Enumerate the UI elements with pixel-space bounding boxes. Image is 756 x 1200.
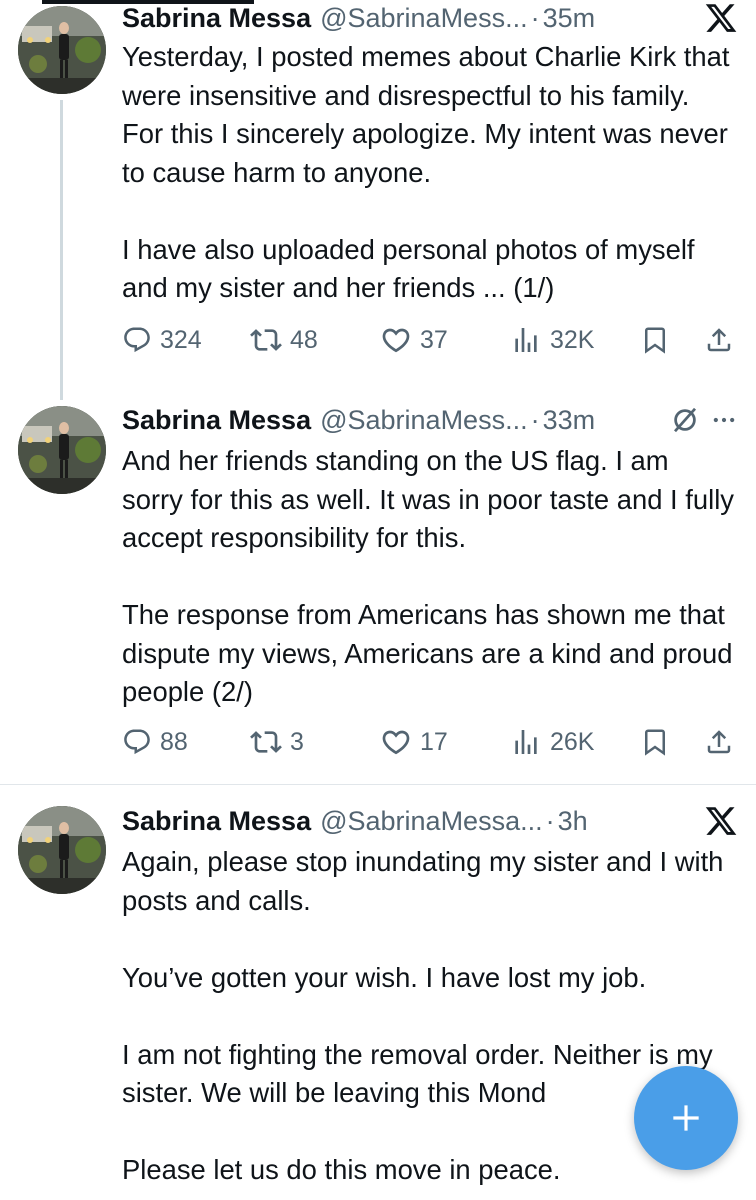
avatar[interactable]	[18, 806, 106, 894]
repost-count: 3	[290, 727, 304, 756]
avatar-photo-icon	[18, 406, 106, 494]
tweet-paragraph: Yesterday, I posted memes about Charlie …	[122, 41, 730, 188]
view-count: 26K	[550, 727, 595, 756]
tweet-header: Sabrina Messa @SabrinaMess... · 33m	[122, 402, 738, 438]
tweet-actions: 88 3 17 26K	[122, 722, 738, 762]
share-icon	[707, 730, 731, 754]
views-button[interactable]: 26K	[510, 722, 594, 762]
reply-icon	[124, 327, 150, 353]
avatar[interactable]	[18, 406, 106, 494]
repost-count: 48	[290, 325, 318, 354]
timestamp[interactable]: 3h	[558, 806, 588, 837]
grok-icon[interactable]	[670, 405, 700, 435]
thread-connector-line	[60, 100, 63, 400]
views-button[interactable]: 32K	[510, 320, 594, 360]
tweet-text: And her friends standing on the US flag.…	[122, 442, 734, 712]
avatar-photo-icon	[18, 806, 106, 894]
share-icon	[707, 328, 731, 352]
tweet-header: Sabrina Messa @SabrinaMessa... · 3h	[122, 803, 738, 839]
tweet-paragraph: Please let us do this move in peace.	[122, 1154, 561, 1185]
tweet-paragraph: I have also uploaded personal photos of …	[122, 233, 695, 304]
reply-button[interactable]: 88	[122, 722, 188, 762]
tweet-paragraph: Again, please stop inundating my sister …	[122, 846, 724, 916]
author-handle[interactable]: @SabrinaMessa...	[320, 806, 543, 837]
tweet-header: Sabrina Messa @SabrinaMess... · 35m	[122, 0, 738, 36]
tweet-1[interactable]: Sabrina Messa @SabrinaMess... · 35m Yest…	[0, 0, 756, 400]
heart-icon	[382, 328, 410, 353]
compose-button[interactable]	[634, 1066, 738, 1170]
reply-count: 324	[160, 325, 202, 354]
view-count: 32K	[550, 325, 595, 354]
views-bar-icon	[515, 328, 537, 352]
separator-dot: ·	[530, 2, 540, 33]
separator-dot: ·	[530, 404, 540, 435]
reply-button[interactable]: 324	[122, 320, 202, 360]
timestamp[interactable]: 35m	[543, 3, 596, 34]
tweet-text: Yesterday, I posted memes about Charlie …	[122, 38, 734, 308]
author-name[interactable]: Sabrina Messa	[122, 806, 311, 837]
timestamp[interactable]: 33m	[543, 405, 596, 436]
x-logo-icon	[705, 4, 737, 32]
author-handle[interactable]: @SabrinaMess...	[320, 405, 527, 436]
repost-icon	[250, 731, 282, 753]
repost-button[interactable]: 48	[250, 320, 318, 360]
reply-count: 88	[160, 727, 188, 756]
bookmark-button[interactable]	[640, 320, 670, 360]
avatar-photo-icon	[18, 6, 106, 94]
bookmark-icon	[645, 327, 665, 354]
heart-icon	[382, 730, 410, 755]
bookmark-button[interactable]	[640, 722, 670, 762]
author-handle[interactable]: @SabrinaMess...	[320, 3, 527, 34]
tweet-2[interactable]: Sabrina Messa @SabrinaMess... · 33m And …	[0, 386, 756, 785]
author-name[interactable]: Sabrina Messa	[122, 3, 311, 34]
share-button[interactable]	[704, 722, 734, 762]
tweet-paragraph: The response from Americans has shown me…	[122, 599, 733, 707]
repost-button[interactable]: 3	[250, 722, 304, 762]
like-button[interactable]: 17	[380, 722, 448, 762]
repost-icon	[250, 329, 282, 351]
like-count: 37	[420, 325, 448, 354]
like-button[interactable]: 37	[380, 320, 448, 360]
like-count: 17	[420, 727, 448, 756]
separator-dot: ·	[545, 805, 555, 836]
views-bar-icon	[515, 730, 537, 754]
more-options-icon[interactable]	[710, 406, 738, 434]
x-logo-icon	[705, 807, 737, 835]
plus-icon	[673, 1105, 699, 1131]
bookmark-icon	[645, 729, 665, 756]
reply-icon	[124, 729, 150, 755]
tweet-actions: 324 48 37 32K	[122, 320, 738, 360]
tweet-paragraph: And her friends standing on the US flag.…	[122, 445, 734, 553]
share-button[interactable]	[704, 320, 734, 360]
avatar[interactable]	[18, 6, 106, 94]
author-name[interactable]: Sabrina Messa	[122, 405, 311, 436]
tweet-paragraph: You’ve gotten your wish. I have lost my …	[122, 961, 647, 993]
